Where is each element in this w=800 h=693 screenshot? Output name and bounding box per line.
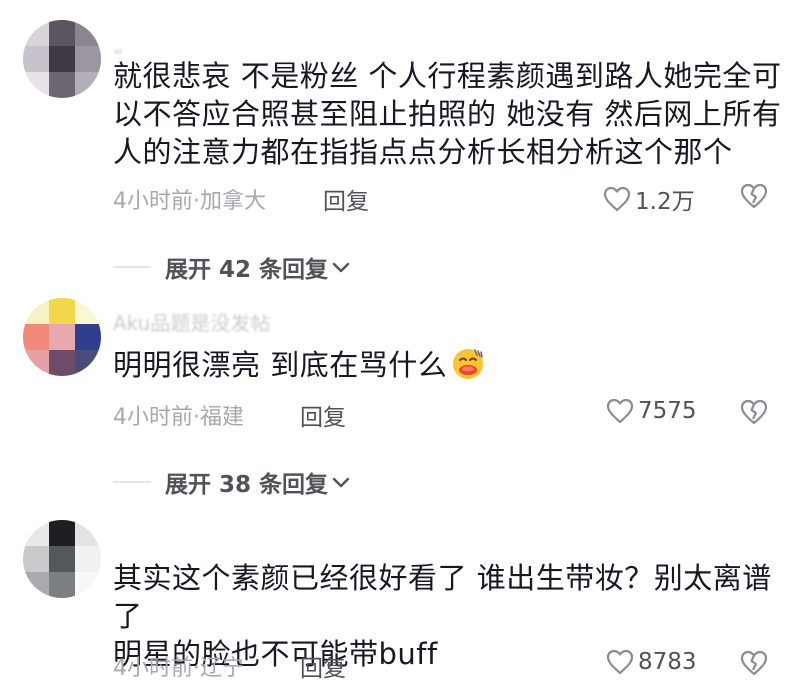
like-count: 1.2万: [635, 189, 695, 215]
like-button[interactable]: 1.2万: [603, 182, 695, 216]
username[interactable]: Aku品题是没发帖: [113, 314, 270, 332]
avatar[interactable]: [23, 520, 101, 598]
comment-meta: 4小时前·加拿大: [113, 189, 266, 214]
expand-replies-button[interactable]: 展开 42 条回复: [113, 250, 350, 284]
divider: [113, 266, 151, 268]
heart-outline-icon: [606, 649, 634, 675]
avatar[interactable]: [23, 298, 101, 376]
divider: [113, 481, 151, 483]
comment-text-line: 明明很漂亮 到底在骂什么: [113, 346, 783, 384]
expand-replies-button[interactable]: 展开 38 条回复: [113, 465, 350, 499]
avatar[interactable]: [23, 20, 101, 98]
like-button[interactable]: 8783: [606, 649, 697, 675]
reply-button[interactable]: 回复: [300, 398, 346, 432]
broken-heart-icon: [740, 650, 768, 676]
comment-meta: 4小时前·辽宁: [113, 656, 244, 681]
comment-text-line: 以不答应合照甚至阻止拍照的 她没有 然后网上所有: [113, 97, 782, 131]
comment-text-line: 就很悲哀 不是粉丝 个人行程素颜遇到路人她完全可: [113, 59, 782, 93]
chevron-down-icon: [328, 254, 350, 280]
like-count: 7575: [638, 398, 697, 424]
like-button[interactable]: 7575: [606, 398, 697, 424]
comment-text: 就很悲哀 不是粉丝 个人行程素颜遇到路人她完全可 以不答应合照甚至阻止拍照的 她…: [113, 57, 783, 171]
broken-heart-icon: [740, 183, 768, 209]
heart-outline-icon: [606, 398, 634, 424]
like-count: 8783: [638, 649, 697, 675]
dislike-button[interactable]: [740, 650, 768, 676]
face-with-tongue-emoji: [451, 347, 485, 381]
comment-text-line: 其实这个素颜已经很好看了 谁出生带妆？别太离谱了: [113, 561, 772, 633]
comment-text: 明明很漂亮 到底在骂什么: [113, 346, 783, 384]
dislike-button[interactable]: [740, 183, 768, 209]
reply-button[interactable]: 回复: [323, 182, 369, 216]
comment-text-line-content: 明明很漂亮 到底在骂什么: [113, 348, 448, 382]
expand-replies-label: 展开 38 条回复: [165, 472, 329, 498]
comment-text-line: 人的注意力都在指指点点分析长相分析这个那个: [113, 135, 733, 169]
username[interactable]: „: [113, 36, 123, 54]
dislike-button[interactable]: [740, 399, 768, 425]
reply-button[interactable]: 回复: [300, 649, 346, 683]
heart-outline-icon: [603, 186, 631, 212]
comment-meta: 4小时前·福建: [113, 405, 244, 430]
expand-replies-label: 展开 42 条回复: [165, 257, 329, 283]
broken-heart-icon: [740, 399, 768, 425]
chevron-down-icon: [328, 469, 350, 495]
